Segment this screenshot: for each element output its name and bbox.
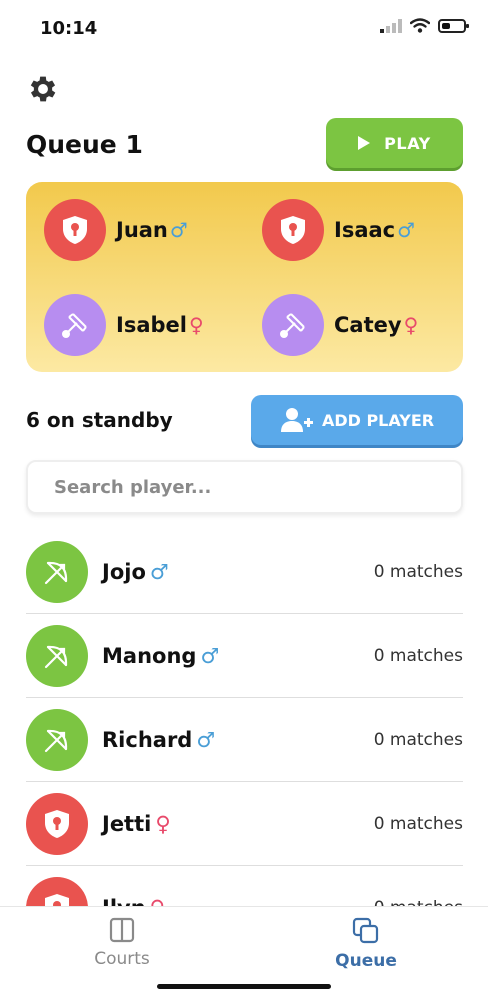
play-button-label: PLAY bbox=[384, 133, 431, 153]
bow-arrow-icon bbox=[44, 729, 68, 752]
shuttlecock-icon bbox=[62, 313, 87, 338]
match-count: 0 matches bbox=[373, 813, 463, 834]
bow-arrow-icon bbox=[44, 561, 68, 584]
player-avatar bbox=[44, 294, 106, 356]
match-count: 0 matches bbox=[374, 898, 463, 907]
player-avatar bbox=[26, 540, 88, 603]
tab-queue-label: Queue bbox=[335, 951, 397, 971]
male-icon: ♂ bbox=[200, 643, 220, 668]
shuttlecock-icon bbox=[280, 313, 305, 338]
play-icon bbox=[358, 136, 371, 150]
court-player[interactable]: Catey ♀ bbox=[262, 294, 418, 356]
match-count: 0 matches bbox=[373, 645, 463, 666]
player-name: Ilyn ♀ bbox=[102, 896, 165, 907]
status-bar: 10:14 bbox=[0, 0, 488, 60]
player-avatar bbox=[44, 199, 106, 261]
courts-icon bbox=[109, 917, 135, 943]
status-icons bbox=[380, 18, 469, 33]
male-icon: ♂ bbox=[397, 218, 416, 242]
gear-icon[interactable] bbox=[26, 72, 60, 106]
player-avatar bbox=[262, 199, 324, 261]
player-name: Isabel bbox=[116, 313, 187, 337]
match-count: 0 matches bbox=[373, 561, 463, 582]
bow-arrow-icon bbox=[44, 645, 68, 668]
female-icon: ♀ bbox=[150, 896, 165, 907]
shield-icon bbox=[45, 809, 69, 838]
shield-icon bbox=[281, 216, 305, 244]
player-name-text: Manong bbox=[102, 643, 197, 668]
player-list[interactable]: Jojo ♂ 0 matches Manong ♂ 0 matches Rich… bbox=[26, 530, 463, 906]
player-name-text: Jojo bbox=[102, 559, 146, 584]
shield-icon bbox=[63, 216, 87, 244]
player-name: Jojo ♂ bbox=[102, 560, 169, 584]
male-icon: ♂ bbox=[196, 727, 216, 752]
player-name-text: Ilyn bbox=[102, 896, 146, 907]
status-time: 10:14 bbox=[40, 18, 98, 39]
player-name-text: Jetti bbox=[102, 811, 152, 836]
tab-queue[interactable]: Queue bbox=[301, 911, 431, 971]
player-avatar bbox=[26, 792, 88, 855]
tab-courts-label: Courts bbox=[94, 949, 150, 969]
female-icon: ♀ bbox=[188, 313, 204, 337]
list-item[interactable]: Jojo ♂ 0 matches bbox=[26, 530, 463, 614]
list-item[interactable]: Jetti ♀ 0 matches bbox=[26, 782, 463, 866]
player-name: Jetti ♀ bbox=[102, 812, 171, 836]
male-icon: ♂ bbox=[149, 559, 169, 584]
player-name: Richard ♂ bbox=[102, 728, 215, 752]
player-name: Catey bbox=[334, 313, 402, 337]
signal-icon bbox=[380, 18, 402, 33]
standby-count: 6 on standby bbox=[26, 408, 173, 432]
add-player-label: ADD PLAYER bbox=[321, 410, 435, 430]
court-card: Juan ♂ Isaac ♂ Isabel ♀ Catey ♀ bbox=[26, 182, 463, 372]
search-input[interactable] bbox=[26, 460, 463, 514]
queue-icon bbox=[352, 917, 379, 944]
female-icon: ♀ bbox=[403, 313, 419, 337]
player-avatar bbox=[26, 876, 88, 906]
list-item[interactable]: Ilyn ♀ 0 matches bbox=[26, 866, 463, 906]
player-avatar bbox=[26, 624, 88, 687]
player-name-text: Richard bbox=[102, 727, 193, 752]
female-icon: ♀ bbox=[155, 811, 171, 836]
player-name: Manong ♂ bbox=[102, 644, 219, 668]
player-name: Juan bbox=[116, 218, 168, 242]
court-player[interactable]: Isabel ♀ bbox=[44, 294, 204, 356]
player-avatar bbox=[26, 708, 88, 771]
male-icon: ♂ bbox=[169, 218, 188, 242]
list-item[interactable]: Manong ♂ 0 matches bbox=[26, 614, 463, 698]
shield-icon bbox=[45, 893, 69, 906]
battery-icon bbox=[438, 18, 469, 33]
wifi-icon bbox=[410, 18, 430, 33]
add-player-button[interactable]: ADD PLAYER bbox=[251, 395, 463, 445]
play-button[interactable]: PLAY bbox=[326, 118, 463, 168]
add-user-icon bbox=[280, 408, 313, 432]
home-indicator bbox=[157, 984, 331, 989]
match-count: 0 matches bbox=[373, 729, 463, 750]
court-player[interactable]: Isaac ♂ bbox=[262, 199, 415, 261]
list-item[interactable]: Richard ♂ 0 matches bbox=[26, 698, 463, 782]
tab-courts[interactable]: Courts bbox=[57, 911, 187, 969]
player-name: Isaac bbox=[334, 218, 396, 242]
page-title: Queue 1 bbox=[26, 130, 143, 159]
court-player[interactable]: Juan ♂ bbox=[44, 199, 188, 261]
player-avatar bbox=[262, 294, 324, 356]
